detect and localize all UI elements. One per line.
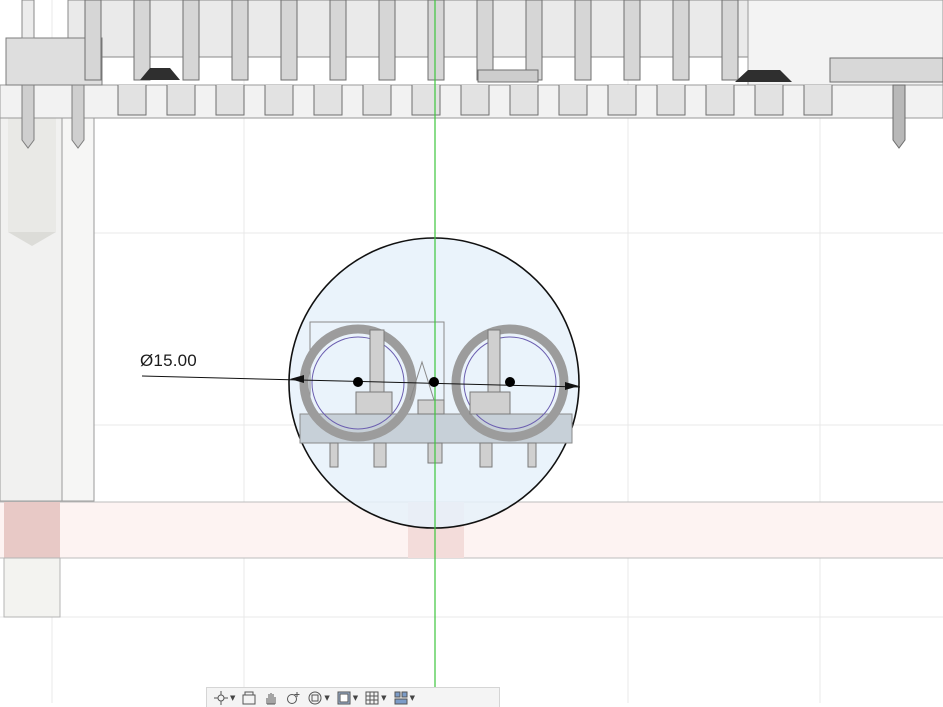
chevron-down-icon: ▼	[230, 693, 236, 702]
orbit-button[interactable]: ▼	[213, 689, 235, 707]
viewports-icon	[394, 691, 408, 704]
diameter-dimension-label[interactable]: Ø15.00	[140, 351, 197, 371]
pan-button[interactable]	[263, 689, 279, 707]
pin-feet	[117, 85, 833, 116]
orbit-icon	[214, 690, 228, 705]
chevron-down-icon: ▼	[409, 693, 415, 702]
grid-settings-button[interactable]: ▼	[364, 689, 387, 707]
fit-button[interactable]: ▼	[307, 689, 330, 707]
chevron-down-icon: ▼	[381, 693, 387, 702]
chevron-down-icon: ▼	[352, 693, 359, 702]
grid-settings-icon	[365, 691, 379, 704]
display-settings-icon	[337, 691, 351, 704]
chevron-down-icon: ▼	[324, 693, 330, 702]
pan-icon	[266, 692, 276, 704]
look-at-button[interactable]	[241, 689, 257, 707]
fit-icon	[308, 691, 322, 704]
display-settings-button[interactable]: ▼	[336, 689, 358, 707]
top-pin-header	[0, 0, 943, 149]
zoom-icon	[287, 691, 300, 704]
navigation-toolbar: ▼ ▼ ▼ ▼ ▼	[206, 687, 500, 707]
zoom-button[interactable]	[285, 689, 301, 707]
look-at-icon	[242, 691, 256, 704]
viewports-button[interactable]: ▼	[393, 689, 415, 707]
